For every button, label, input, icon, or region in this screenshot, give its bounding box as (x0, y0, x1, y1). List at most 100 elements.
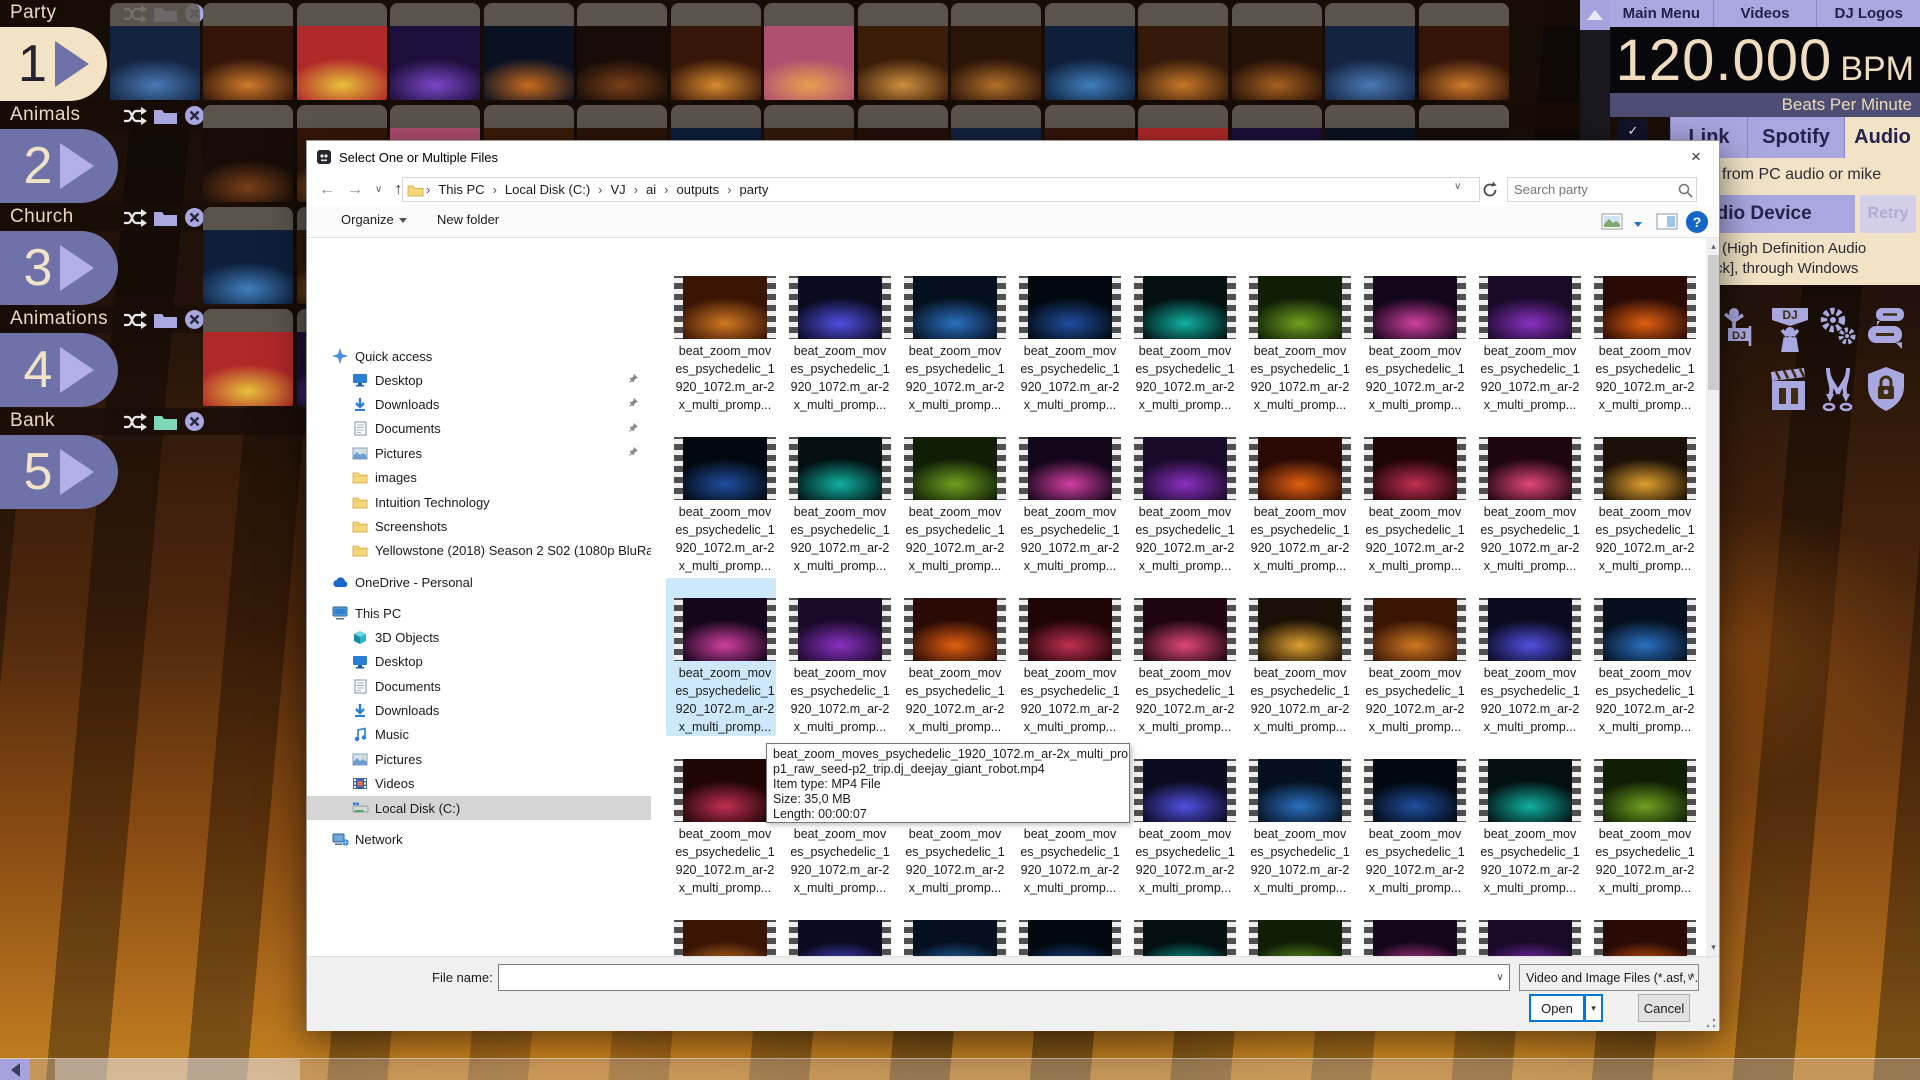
refresh-icon[interactable] (1479, 179, 1501, 201)
search-box[interactable] (1507, 177, 1697, 202)
file-tile[interactable]: beat_zoom_moves_psychedelic_1920_1072.m_… (1015, 920, 1125, 956)
file-tile[interactable]: beat_zoom_moves_psychedelic_1920_1072.m_… (670, 437, 780, 575)
sidebar-item-music[interactable]: Music (307, 723, 651, 747)
cancel-button[interactable]: Cancel (1638, 994, 1690, 1022)
clapperboard-icon[interactable] (1768, 366, 1812, 412)
file-tile[interactable]: beat_zoom_moves_psychedelic_1920_1072.m_… (900, 437, 1010, 575)
forward-button[interactable]: → (347, 181, 363, 199)
folder-icon[interactable] (152, 411, 178, 432)
shuffle-icon[interactable] (122, 411, 148, 432)
deck-play-button-3[interactable]: 3 (0, 231, 118, 305)
strip-thumbnail[interactable] (1045, 3, 1135, 100)
shuffle-icon[interactable] (122, 105, 148, 126)
sidebar-item-pictures[interactable]: Pictures (307, 747, 651, 771)
file-tile[interactable]: beat_zoom_moves_psychedelic_1920_1072.m_… (1130, 437, 1240, 575)
resize-grip[interactable] (1706, 1018, 1716, 1028)
file-tile[interactable]: beat_zoom_moves_psychedelic_1920_1072.m_… (670, 598, 780, 736)
file-tile[interactable]: beat_zoom_moves_psychedelic_1920_1072.m_… (1590, 920, 1700, 956)
menu-button-dj-logos[interactable]: DJ Logos (1817, 0, 1920, 27)
help-icon[interactable]: ? (1686, 211, 1708, 233)
strip-thumbnail[interactable] (1232, 3, 1322, 100)
address-bar[interactable]: ›This PC›Local Disk (C:)›VJ›ai›outputs›p… (402, 177, 1480, 202)
file-tile[interactable]: beat_zoom_moves_psychedelic_1920_1072.m_… (785, 276, 895, 414)
file-name-combobox[interactable]: ∨ (498, 964, 1510, 991)
menu-button-main-menu[interactable]: Main Menu (1610, 0, 1713, 27)
file-tile[interactable]: beat_zoom_moves_psychedelic_1920_1072.m_… (1245, 920, 1355, 956)
file-tile[interactable]: beat_zoom_moves_psychedelic_1920_1072.m_… (1475, 759, 1585, 897)
sidebar-section-quick-access[interactable]: Quick access (307, 344, 651, 368)
chevron-down-icon[interactable]: ∨ (1491, 972, 1509, 983)
file-tile[interactable]: beat_zoom_moves_psychedelic_1920_1072.m_… (1475, 598, 1585, 736)
shuffle-icon[interactable] (122, 207, 148, 228)
sidebar-item-pictures[interactable]: Pictures (307, 441, 651, 465)
strip-thumbnail[interactable] (764, 3, 854, 100)
tab-audio[interactable]: Audio (1844, 117, 1920, 158)
sidebar-item-desktop[interactable]: Desktop (307, 650, 651, 674)
app-horizontal-scrollbar[interactable] (0, 1058, 1920, 1080)
sidebar-item-desktop[interactable]: Desktop (307, 368, 651, 392)
file-tile[interactable]: beat_zoom_moves_psychedelic_1920_1072.m_… (1130, 920, 1240, 956)
file-tile[interactable]: beat_zoom_moves_psychedelic_1920_1072.m_… (1475, 437, 1585, 575)
grid-scroll-thumb[interactable] (1708, 255, 1719, 390)
breadcrumb-item[interactable]: ai (640, 182, 662, 197)
strip-thumbnail[interactable] (484, 3, 574, 100)
menu-button-videos[interactable]: Videos (1714, 0, 1817, 27)
sidebar-item-yellowstone-2018-season-2-s02-1080p-bluray-x265-hev[interactable]: Yellowstone (2018) Season 2 S02 (1080p B… (307, 539, 651, 563)
strip-thumbnail[interactable] (203, 3, 293, 100)
strip-thumbnail[interactable] (203, 105, 293, 202)
file-tile[interactable]: beat_zoom_moves_psychedelic_1920_1072.m_… (1015, 598, 1125, 736)
grid-scroll-up[interactable]: ▴ (1706, 238, 1719, 255)
file-tile[interactable]: beat_zoom_moves_psychedelic_1920_1072.m_… (900, 920, 1010, 956)
file-tile[interactable]: beat_zoom_moves_psychedelic_1920_1072.m_… (1245, 598, 1355, 736)
recent-locations-dropdown[interactable]: ∨ (375, 184, 382, 195)
file-tile[interactable]: beat_zoom_moves_psychedelic_1920_1072.m_… (670, 276, 780, 414)
sidebar-section-network[interactable]: Network (307, 827, 651, 851)
gears-icon[interactable] (1816, 306, 1860, 352)
file-tile[interactable]: beat_zoom_moves_psychedelic_1920_1072.m_… (1130, 276, 1240, 414)
strip-thumbnail[interactable] (951, 3, 1041, 100)
file-tile[interactable]: beat_zoom_moves_psychedelic_1920_1072.m_… (670, 759, 780, 897)
breadcrumb-item[interactable]: party (734, 182, 775, 197)
folder-icon[interactable] (152, 309, 178, 330)
strip-thumbnail[interactable] (203, 207, 293, 304)
strip-thumbnail[interactable] (1419, 3, 1509, 100)
file-tile[interactable]: beat_zoom_moves_psychedelic_1920_1072.m_… (900, 598, 1010, 736)
dj-flag-person-icon[interactable]: DJ (1722, 306, 1766, 352)
shield-lock-icon[interactable] (1864, 366, 1908, 412)
sidebar-item-documents[interactable]: Documents (307, 417, 651, 441)
shuffle-icon[interactable] (122, 309, 148, 330)
file-tile[interactable]: beat_zoom_moves_psychedelic_1920_1072.m_… (1245, 276, 1355, 414)
grid-scroll-down[interactable]: ▾ (1706, 939, 1719, 956)
sidebar-item-intuition-technology[interactable]: Intuition Technology (307, 490, 651, 514)
file-tile[interactable]: beat_zoom_moves_psychedelic_1920_1072.m_… (1015, 276, 1125, 414)
file-tile[interactable]: beat_zoom_moves_psychedelic_1920_1072.m_… (1360, 598, 1470, 736)
view-options-dropdown[interactable] (1629, 216, 1642, 231)
sidebar-item-3d-objects[interactable]: 3D Objects (307, 625, 651, 649)
deck-play-button-5[interactable]: 5 (0, 435, 118, 509)
strip-thumbnail[interactable] (297, 3, 387, 100)
file-tile[interactable]: beat_zoom_moves_psychedelic_1920_1072.m_… (1360, 759, 1470, 897)
sidebar-item-local-disk-c-[interactable]: Local Disk (C:) (307, 796, 651, 820)
file-tile[interactable]: beat_zoom_moves_psychedelic_1920_1072.m_… (1475, 276, 1585, 414)
file-tile[interactable]: beat_zoom_moves_psychedelic_1920_1072.m_… (1360, 920, 1470, 956)
file-name-input[interactable] (499, 970, 1491, 985)
file-tile[interactable]: beat_zoom_moves_psychedelic_1920_1072.m_… (1245, 759, 1355, 897)
strip-thumbnail[interactable] (858, 3, 948, 100)
file-tile[interactable]: beat_zoom_moves_psychedelic_1920_1072.m_… (1360, 276, 1470, 414)
close-icon[interactable]: × (1681, 144, 1711, 169)
new-folder-button[interactable]: New folder (437, 212, 499, 227)
file-type-dropdown[interactable]: Video and Image Files (*.asf, *.a ∨ (1519, 964, 1699, 991)
file-tile[interactable]: beat_zoom_moves_psychedelic_1920_1072.m_… (900, 276, 1010, 414)
scroll-left-button[interactable] (0, 1059, 30, 1080)
thumbnail-view-icon[interactable] (1601, 213, 1623, 231)
back-button[interactable]: ← (319, 181, 335, 199)
file-tile[interactable]: beat_zoom_moves_psychedelic_1920_1072.m_… (1590, 759, 1700, 897)
sidebar-item-videos[interactable]: Videos (307, 772, 651, 796)
retry-button[interactable]: Retry (1860, 195, 1916, 233)
organize-menu[interactable]: Organize (341, 212, 407, 227)
preview-pane-icon[interactable] (1656, 213, 1678, 231)
scrollbar-thumb[interactable] (55, 1059, 300, 1080)
chat-bubbles-icon[interactable] (1864, 306, 1908, 352)
file-tile[interactable]: beat_zoom_moves_psychedelic_1920_1072.m_… (1590, 437, 1700, 575)
tab-spotify[interactable]: Spotify (1747, 117, 1844, 158)
